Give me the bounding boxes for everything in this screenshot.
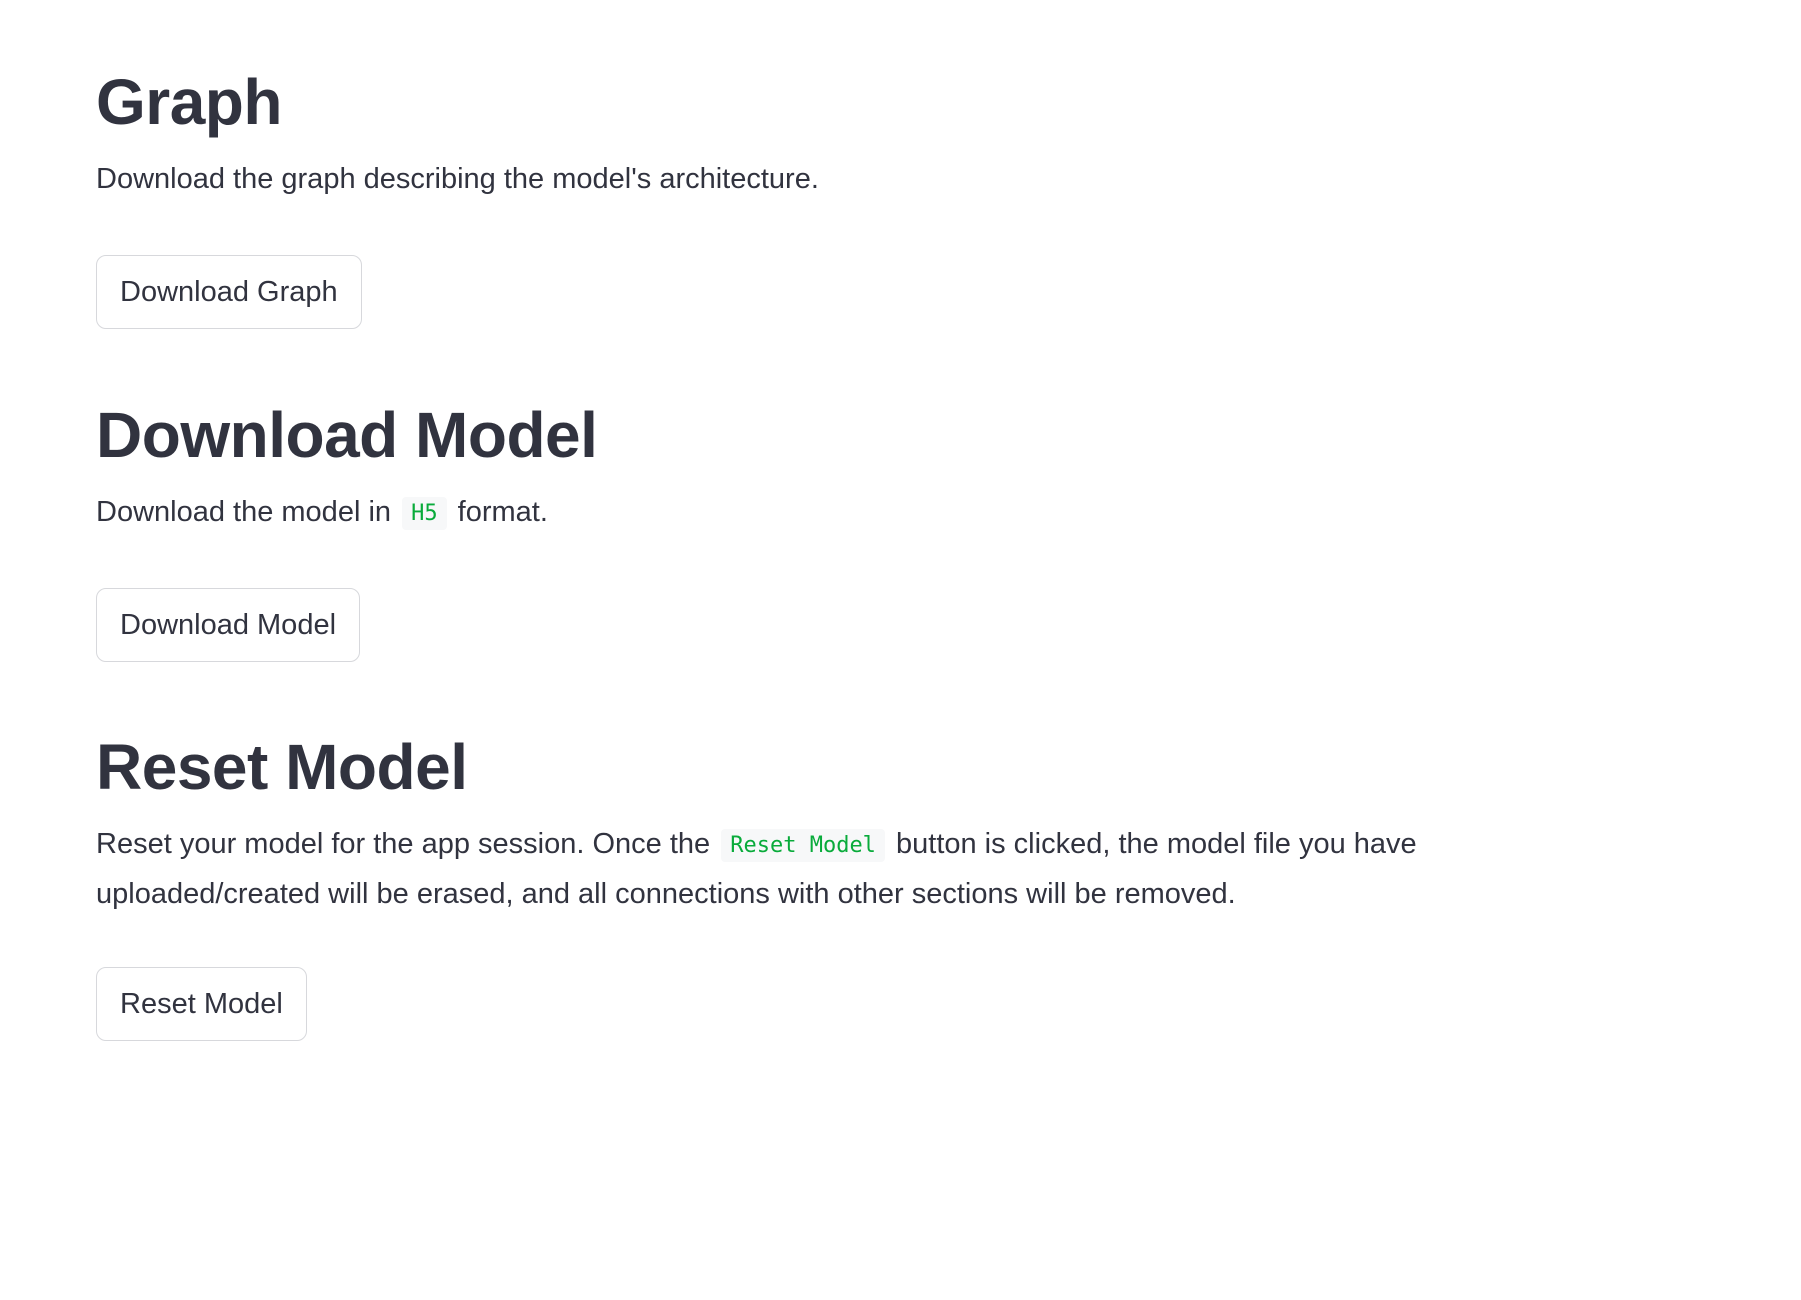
download-model-heading: Download Model bbox=[96, 399, 598, 471]
reset-model-description-prefix: Reset your model for the app session. On… bbox=[96, 828, 711, 860]
download-model-button[interactable]: Download Model bbox=[96, 588, 361, 662]
download-model-section: Download Model Download the model in H5 … bbox=[96, 395, 598, 662]
graph-description: Download the graph describing the model'… bbox=[96, 163, 819, 195]
reset-model-description: Reset your model for the app session. On… bbox=[96, 820, 1456, 919]
reset-model-heading: Reset Model bbox=[96, 731, 468, 803]
reset-model-button[interactable]: Reset Model bbox=[96, 967, 307, 1041]
download-graph-button[interactable]: Download Graph bbox=[96, 255, 362, 329]
graph-heading: Graph bbox=[96, 66, 282, 138]
download-model-description-prefix: Download the model in bbox=[96, 496, 392, 528]
reset-model-section: Reset Model Reset your model for the app… bbox=[96, 727, 1417, 1041]
download-model-description-suffix: format. bbox=[457, 496, 548, 528]
download-model-description: Download the model in H5 format. bbox=[96, 488, 1456, 538]
format-code: H5 bbox=[402, 497, 447, 530]
graph-section: Graph Download the graph describing the … bbox=[96, 62, 819, 329]
reset-model-inline-code: Reset Model bbox=[721, 829, 885, 862]
